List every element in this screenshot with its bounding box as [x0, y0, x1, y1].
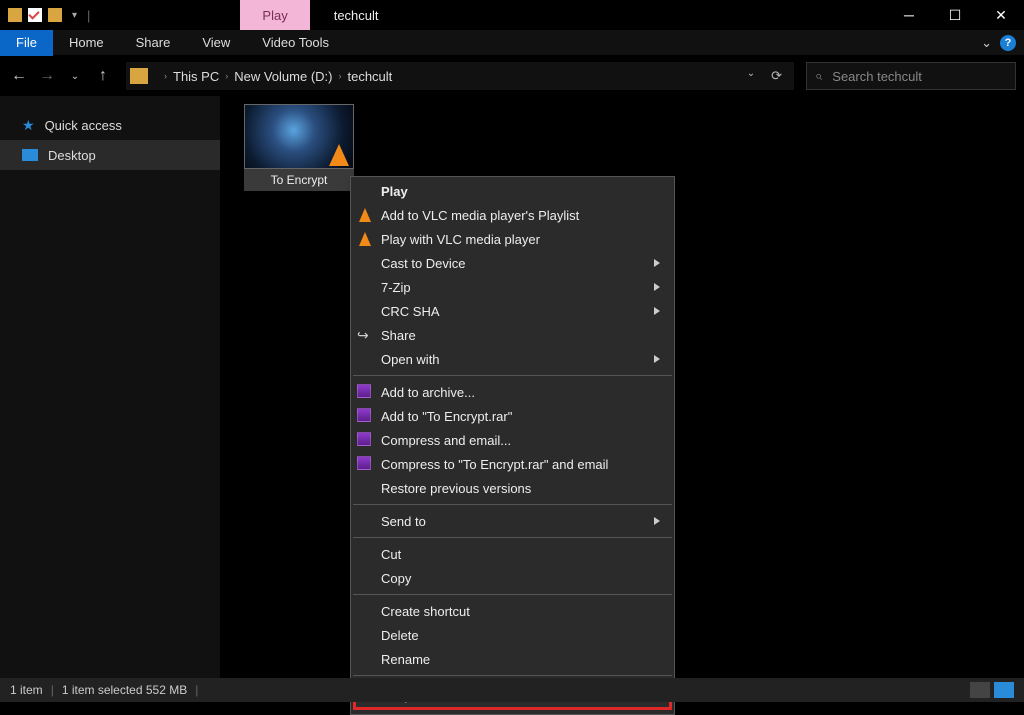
ribbon-tabs: File Home Share View Video Tools ⌄ ? [0, 30, 1024, 56]
details-view-button[interactable] [970, 682, 990, 698]
sidebar-desktop[interactable]: Desktop [0, 140, 220, 170]
refresh-icon[interactable]: ⟳ [771, 68, 782, 84]
ctx-cut[interactable]: Cut [351, 542, 674, 566]
video-tools-tab[interactable]: Video Tools [246, 30, 345, 56]
back-button[interactable]: ← [8, 65, 30, 87]
qa-dropdown-icon[interactable]: ▾ [72, 10, 77, 21]
separator [353, 375, 672, 376]
navigation-row: ← → ⌄ ↑ › This PC › New Volume (D:) › te… [0, 56, 1024, 96]
breadcrumb-segment[interactable]: New Volume (D:) [234, 69, 332, 84]
ctx-restore-previous[interactable]: Restore previous versions [351, 476, 674, 500]
view-tab[interactable]: View [186, 30, 246, 56]
archive-icon [357, 384, 373, 400]
forward-button[interactable]: → [36, 65, 58, 87]
status-bar: 1 item | 1 item selected 552 MB | [0, 678, 1024, 702]
ctx-share[interactable]: ↪ Share [351, 323, 674, 347]
window-title: techcult [334, 8, 379, 23]
folder-icon[interactable] [48, 8, 62, 22]
archive-icon [357, 432, 373, 448]
status-selected: 1 item selected 552 MB [62, 683, 187, 697]
ctx-play-vlc[interactable]: Play with VLC media player [351, 227, 674, 251]
view-toggle [970, 682, 1014, 698]
maximize-button[interactable]: ☐ [932, 0, 978, 30]
file-tab[interactable]: File [0, 30, 53, 56]
play-contextual-tab[interactable]: Play [240, 0, 309, 30]
ctx-create-shortcut[interactable]: Create shortcut [351, 599, 674, 623]
star-icon: ★ [22, 117, 35, 134]
window-controls: ─ ☐ ✕ [886, 0, 1024, 30]
folder-icon[interactable] [8, 8, 22, 22]
file-name-label: To Encrypt [244, 169, 354, 191]
search-placeholder: Search techcult [832, 69, 922, 84]
vlc-icon [329, 144, 349, 166]
sidebar-item-label: Quick access [45, 118, 122, 133]
title-bar: ▾ | Play techcult ─ ☐ ✕ [0, 0, 1024, 30]
search-input[interactable]: ⌕ Search techcult [806, 62, 1016, 90]
sidebar-item-label: Desktop [48, 148, 96, 163]
folder-icon [130, 68, 148, 84]
vlc-icon [357, 231, 373, 247]
separator [353, 504, 672, 505]
thumbnails-view-button[interactable] [994, 682, 1014, 698]
ctx-delete[interactable]: Delete [351, 623, 674, 647]
address-bar[interactable]: › This PC › New Volume (D:) › techcult ⌄… [126, 62, 794, 90]
status-item-count: 1 item [10, 683, 43, 697]
desktop-icon [22, 149, 38, 161]
share-icon: ↪ [357, 327, 373, 343]
ctx-compress-rar-email[interactable]: Compress to "To Encrypt.rar" and email [351, 452, 674, 476]
chevron-right-icon[interactable]: › [338, 71, 341, 81]
ctx-add-archive[interactable]: Add to archive... [351, 380, 674, 404]
ctx-compress-email[interactable]: Compress and email... [351, 428, 674, 452]
help-icon[interactable]: ? [1000, 35, 1016, 51]
ctx-crc-sha[interactable]: CRC SHA [351, 299, 674, 323]
ctx-open-with[interactable]: Open with [351, 347, 674, 371]
sidebar-quick-access[interactable]: ★ Quick access [0, 110, 220, 140]
archive-icon [357, 456, 373, 472]
archive-icon [357, 408, 373, 424]
up-button[interactable]: ↑ [92, 65, 114, 87]
vlc-icon [357, 207, 373, 223]
chevron-right-icon[interactable]: › [225, 71, 228, 81]
share-tab[interactable]: Share [120, 30, 187, 56]
separator [353, 675, 672, 676]
navigation-pane: ★ Quick access Desktop [0, 96, 220, 678]
quick-access-toolbar: ▾ | [8, 8, 90, 23]
ctx-add-rar[interactable]: Add to "To Encrypt.rar" [351, 404, 674, 428]
ctx-send-to[interactable]: Send to [351, 509, 674, 533]
video-thumbnail [244, 104, 354, 169]
ctx-play[interactable]: Play [351, 179, 674, 203]
context-menu: Play Add to VLC media player's Playlist … [350, 176, 675, 715]
breadcrumb-segment[interactable]: techcult [347, 69, 392, 84]
separator: | [51, 683, 54, 697]
recent-dropdown-icon[interactable]: ⌄ [64, 65, 86, 87]
ctx-add-vlc-playlist[interactable]: Add to VLC media player's Playlist [351, 203, 674, 227]
search-icon: ⌕ [815, 68, 822, 84]
ctx-copy[interactable]: Copy [351, 566, 674, 590]
home-tab[interactable]: Home [53, 30, 120, 56]
separator: | [195, 683, 198, 697]
checkbox-icon[interactable] [28, 8, 42, 22]
chevron-right-icon[interactable]: › [164, 71, 167, 81]
breadcrumb-segment[interactable]: This PC [173, 69, 219, 84]
ctx-7zip[interactable]: 7-Zip [351, 275, 674, 299]
ctx-rename[interactable]: Rename [351, 647, 674, 671]
ribbon-collapse-icon[interactable]: ⌄ [981, 35, 992, 51]
file-item[interactable]: To Encrypt [244, 104, 354, 191]
separator [353, 537, 672, 538]
separator [353, 594, 672, 595]
separator: | [87, 8, 90, 23]
address-dropdown-icon[interactable]: ⌄ [747, 68, 755, 84]
minimize-button[interactable]: ─ [886, 0, 932, 30]
ctx-cast[interactable]: Cast to Device [351, 251, 674, 275]
close-button[interactable]: ✕ [978, 0, 1024, 30]
